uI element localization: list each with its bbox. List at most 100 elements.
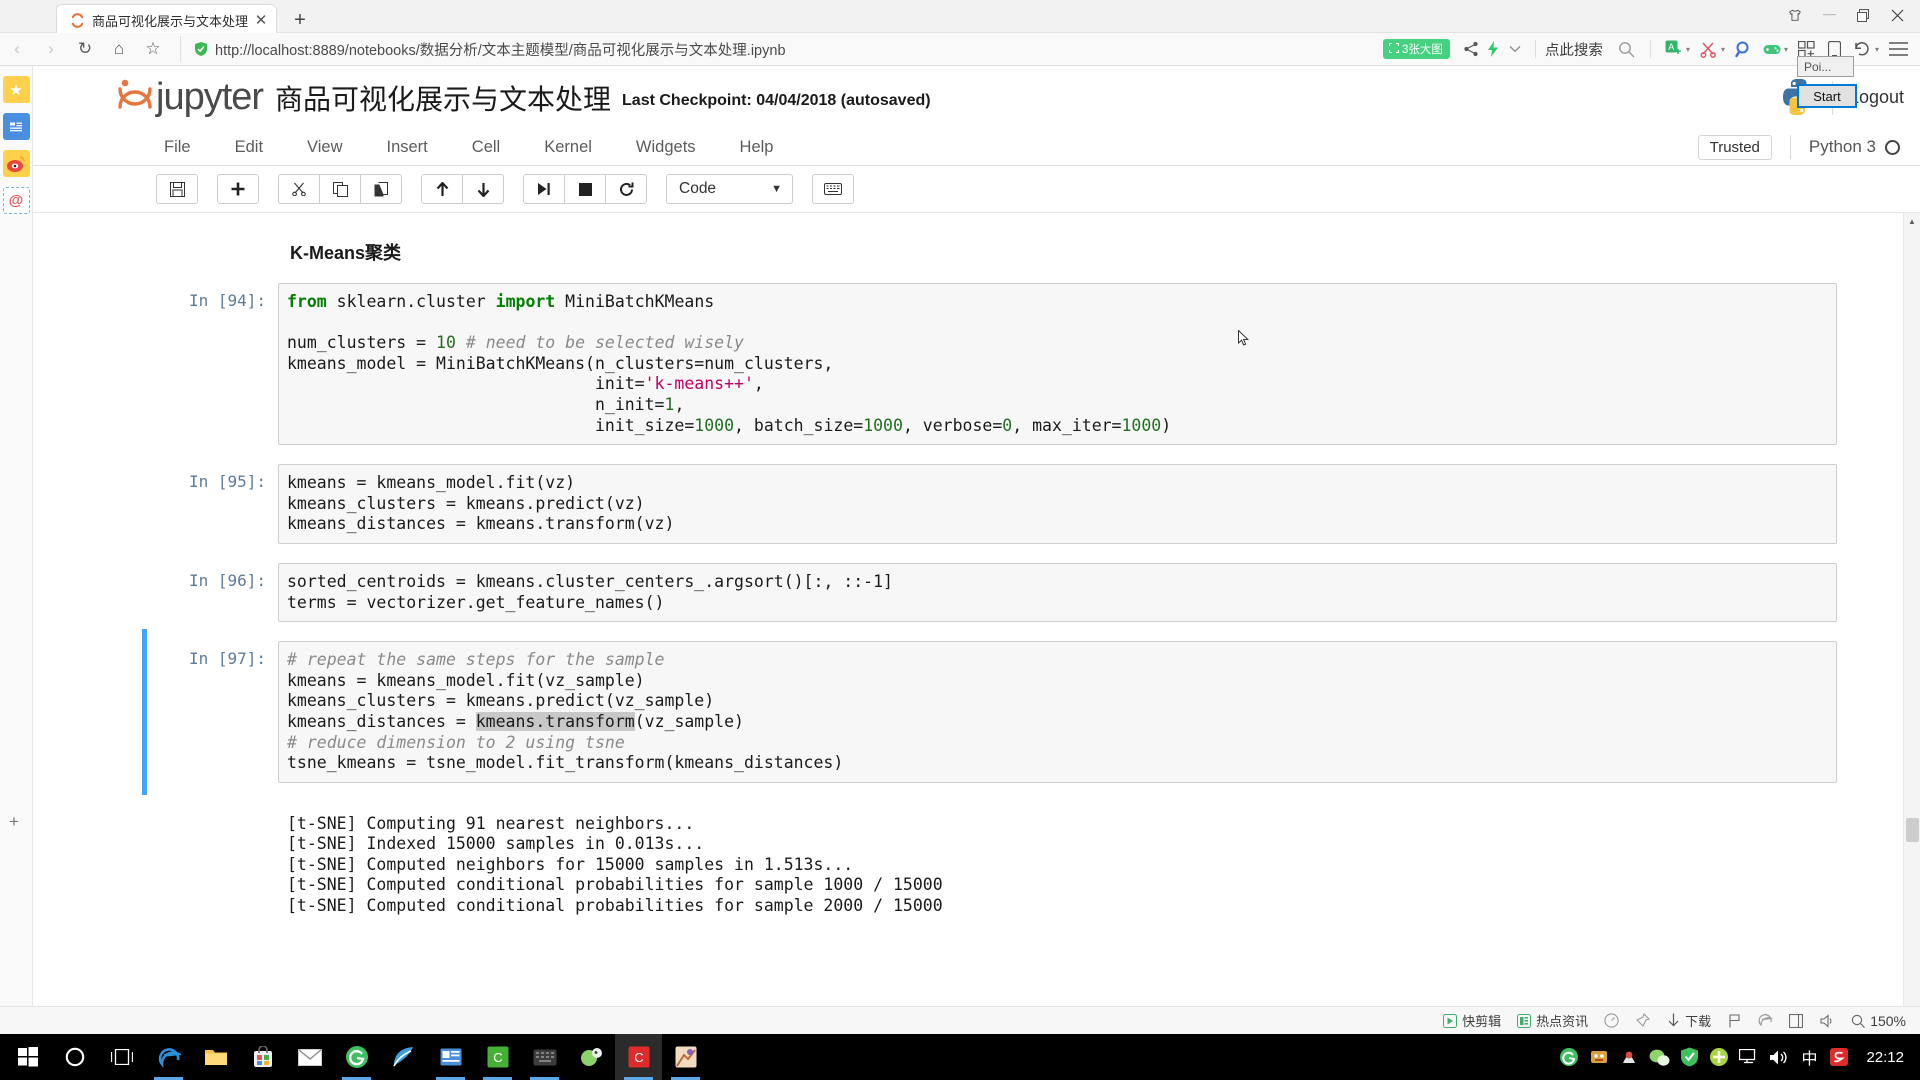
chevron-down-icon[interactable]: ▾ bbox=[1721, 45, 1725, 54]
skin-icon[interactable] bbox=[1778, 1, 1812, 29]
statusbar-item-download[interactable]: 下载 bbox=[1665, 1011, 1711, 1030]
close-icon[interactable]: ✕ bbox=[252, 11, 270, 29]
back-icon[interactable]: ‹ bbox=[0, 34, 34, 64]
close-button[interactable] bbox=[1880, 1, 1914, 29]
ime-icon[interactable]: 中 bbox=[1794, 1034, 1824, 1080]
scroll-up-arrow[interactable]: ▲ bbox=[1904, 213, 1920, 230]
news-icon[interactable] bbox=[2, 113, 30, 140]
share-icon[interactable] bbox=[1460, 38, 1482, 60]
editor-icon[interactable] bbox=[521, 1034, 568, 1080]
bigpic-badge[interactable]: 3张大图 bbox=[1383, 39, 1450, 59]
volume-icon[interactable] bbox=[1764, 1034, 1794, 1080]
cell-input-area[interactable]: kmeans = kmeans_model.fit(vz) kmeans_clu… bbox=[278, 464, 1837, 544]
wechat-icon[interactable] bbox=[1644, 1034, 1674, 1080]
explorer-icon[interactable] bbox=[192, 1034, 239, 1080]
logout-button[interactable]: Logout bbox=[1849, 87, 1904, 108]
sidebar-add-button[interactable]: + bbox=[9, 812, 19, 832]
menu-help[interactable]: Help bbox=[740, 138, 774, 157]
mail-at-icon[interactable]: @ bbox=[2, 187, 30, 214]
chrome-green-icon[interactable] bbox=[1554, 1034, 1584, 1080]
magnifier-icon[interactable] bbox=[1730, 35, 1758, 63]
markdown-heading[interactable]: K-Means聚类 bbox=[290, 239, 1837, 265]
taskview-icon[interactable] bbox=[98, 1034, 145, 1080]
statusbar-item-speed[interactable] bbox=[1603, 1013, 1619, 1029]
mail-icon[interactable] bbox=[286, 1034, 333, 1080]
menu-kernel[interactable]: Kernel bbox=[544, 138, 592, 157]
shield-icon[interactable] bbox=[1674, 1034, 1704, 1080]
sogou-icon[interactable] bbox=[1824, 1034, 1854, 1080]
stop-kernel-icon[interactable] bbox=[564, 174, 606, 204]
notebook-cell[interactable]: In [94]: from sklearn.cluster import Min… bbox=[172, 283, 1837, 446]
new-tab-button[interactable]: + bbox=[285, 6, 315, 34]
notebook-cell-selected[interactable]: In [97]: # repeat the same steps for the… bbox=[142, 629, 1837, 795]
statusbar-item-quickclip[interactable]: 快剪辑 bbox=[1442, 1011, 1501, 1030]
statusbar-item-flag[interactable] bbox=[1726, 1013, 1742, 1029]
menu-edit[interactable]: Edit bbox=[235, 138, 263, 157]
cell-type-select[interactable]: Code ▼ bbox=[666, 174, 793, 204]
scrollbar-thumb[interactable] bbox=[1906, 818, 1919, 842]
browser-360-icon[interactable] bbox=[333, 1034, 380, 1080]
game-icon[interactable] bbox=[1758, 35, 1786, 63]
cell-input-area[interactable]: from sklearn.cluster import MiniBatchKMe… bbox=[278, 283, 1837, 446]
search-icon[interactable] bbox=[1613, 35, 1641, 63]
popup-start-button[interactable]: Start bbox=[1797, 84, 1857, 108]
chevron-down-icon[interactable] bbox=[1504, 38, 1526, 60]
minimize-button[interactable] bbox=[1812, 1, 1846, 29]
qq-icon[interactable] bbox=[568, 1034, 615, 1080]
menu-insert[interactable]: Insert bbox=[387, 138, 428, 157]
favorite-star-icon[interactable]: ☆ bbox=[136, 34, 170, 64]
store-icon[interactable] bbox=[239, 1034, 286, 1080]
speed-lightning-icon[interactable] bbox=[1482, 38, 1504, 60]
edge-icon[interactable] bbox=[145, 1034, 192, 1080]
scissors-icon[interactable] bbox=[1695, 35, 1723, 63]
cortana-icon[interactable] bbox=[51, 1034, 98, 1080]
vertical-scrollbar[interactable]: ▲ ▼ bbox=[1903, 213, 1920, 1026]
search-hint-label[interactable]: 点此搜索 bbox=[1545, 39, 1603, 60]
tool-b-icon[interactable] bbox=[1614, 1034, 1644, 1080]
statusbar-item-volume[interactable] bbox=[1819, 1013, 1835, 1029]
cell-input-area[interactable]: sorted_centroids = kmeans.cluster_center… bbox=[278, 562, 1837, 623]
network-icon[interactable] bbox=[1734, 1034, 1764, 1080]
paint-icon[interactable] bbox=[662, 1034, 709, 1080]
reload-icon[interactable]: ↻ bbox=[68, 34, 102, 64]
foxmail-icon[interactable] bbox=[380, 1034, 427, 1080]
notebook-cell[interactable]: In [95]: kmeans = kmeans_model.fit(vz) k… bbox=[172, 464, 1837, 544]
save-icon[interactable] bbox=[156, 174, 198, 204]
cell-input-area[interactable]: # repeat the same steps for the sample k… bbox=[278, 641, 1837, 783]
menu-widgets[interactable]: Widgets bbox=[636, 138, 696, 157]
menu-view[interactable]: View bbox=[307, 138, 342, 157]
popup-window-titlebar[interactable]: Poi... bbox=[1797, 56, 1854, 77]
taskbar-clock[interactable]: 22:12 bbox=[1866, 1049, 1904, 1066]
chevron-down-icon[interactable]: ▾ bbox=[1875, 45, 1879, 54]
favorites-star-icon[interactable]: ★ bbox=[2, 76, 30, 103]
statusbar-item-hotnews[interactable]: 热点资讯 bbox=[1516, 1011, 1588, 1030]
weibo-icon[interactable] bbox=[2, 150, 30, 177]
camtasia-icon[interactable]: C bbox=[615, 1034, 662, 1080]
trusted-badge[interactable]: Trusted bbox=[1697, 134, 1772, 160]
statusbar-item-window[interactable] bbox=[1788, 1013, 1804, 1029]
statusbar-item-edge[interactable] bbox=[1757, 1013, 1773, 1029]
maximize-button[interactable] bbox=[1846, 1, 1880, 29]
translate-icon[interactable]: A bbox=[1660, 35, 1688, 63]
statusbar-item-pin[interactable] bbox=[1634, 1013, 1650, 1029]
cut-icon[interactable] bbox=[278, 174, 320, 204]
browser-tab[interactable]: 商品可视化展示与文本处理 ✕ bbox=[56, 4, 278, 35]
plus-green-icon[interactable] bbox=[1704, 1034, 1734, 1080]
menu-cell[interactable]: Cell bbox=[472, 138, 500, 157]
home-icon[interactable]: ⌂ bbox=[102, 34, 136, 64]
notebook-title[interactable]: 商品可视化展示与文本处理 bbox=[275, 78, 611, 118]
windows-start-icon[interactable] bbox=[4, 1034, 51, 1080]
notebook-cell[interactable]: In [96]: sorted_centroids = kmeans.clust… bbox=[172, 562, 1837, 623]
run-cell-icon[interactable] bbox=[523, 174, 565, 204]
jupyter-logo[interactable]: jupyter bbox=[116, 76, 271, 119]
notebook-body[interactable]: K-Means聚类 In [94]: from sklearn.cluster … bbox=[33, 213, 1920, 1026]
add-cell-icon[interactable] bbox=[217, 174, 259, 204]
menu-icon[interactable] bbox=[1884, 35, 1912, 63]
restart-kernel-icon[interactable] bbox=[605, 174, 647, 204]
forward-icon[interactable]: › bbox=[34, 34, 68, 64]
kernel-idle-icon[interactable] bbox=[1885, 139, 1900, 155]
address-bar[interactable]: http://localhost:8889/notebooks/数据分析/文本主… bbox=[180, 36, 1377, 62]
wps-icon[interactable]: C bbox=[474, 1034, 521, 1080]
news-app-icon[interactable] bbox=[427, 1034, 474, 1080]
paste-icon[interactable] bbox=[360, 174, 402, 204]
